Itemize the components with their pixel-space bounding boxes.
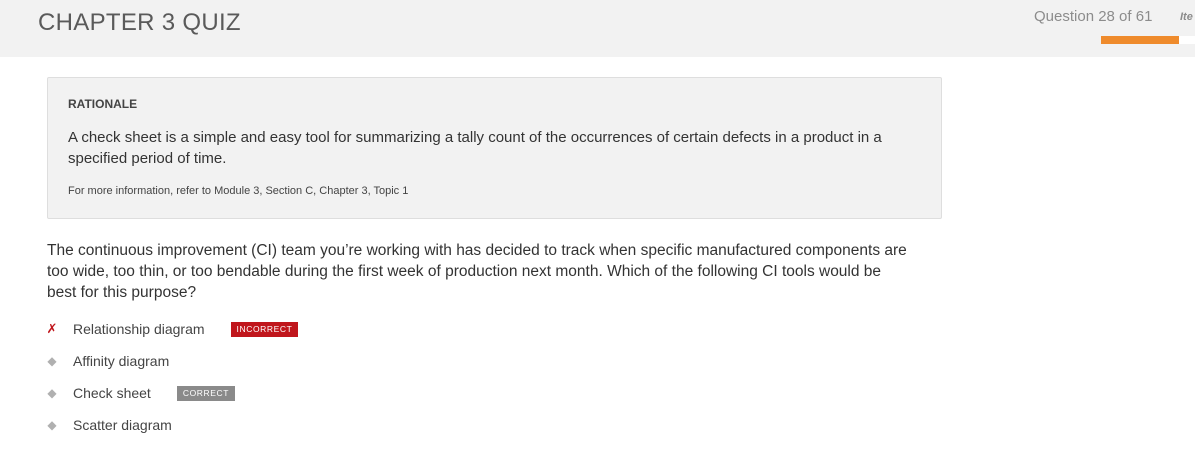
incorrect-badge: INCORRECT <box>230 321 299 337</box>
correct-badge: CORRECT <box>176 385 236 401</box>
quiz-header: CHAPTER 3 QUIZ Question 28 of 61 Ite <box>0 0 1195 57</box>
rationale-text: A check sheet is a simple and easy tool … <box>68 129 882 167</box>
answer-option-label: Scatter diagram <box>73 417 172 433</box>
items-link[interactable]: Ite <box>1180 11 1193 23</box>
incorrect-x-icon: ✗ <box>46 321 58 336</box>
progress-bar <box>1101 36 1195 44</box>
answer-option-label: Affinity diagram <box>73 353 170 369</box>
question-counter: Question 28 of 61 <box>1034 8 1153 25</box>
rationale-reference: For more information, refer to Module 3,… <box>68 185 409 197</box>
progress-bar-fill <box>1101 36 1179 44</box>
answer-option-scatter-diagram[interactable]: ◆ Scatter diagram <box>44 415 172 435</box>
answer-option-label: Check sheet <box>73 385 151 401</box>
page-title: CHAPTER 3 QUIZ <box>38 9 241 36</box>
diamond-bullet-icon: ◆ <box>47 418 57 432</box>
diamond-bullet-icon: ◆ <box>47 354 57 368</box>
diamond-bullet-icon: ◆ <box>47 386 57 400</box>
answer-option-check-sheet[interactable]: ◆ Check sheet CORRECT <box>44 383 236 403</box>
rationale-panel: RATIONALE A check sheet is a simple and … <box>47 77 942 219</box>
answer-option-affinity-diagram[interactable]: ◆ Affinity diagram <box>44 351 169 371</box>
question-text: The continuous improvement (CI) team you… <box>47 242 907 301</box>
answer-option-label: Relationship diagram <box>73 321 205 337</box>
rationale-heading: RATIONALE <box>68 97 138 111</box>
answer-option-relationship-diagram[interactable]: ✗ Relationship diagram INCORRECT <box>44 319 299 339</box>
